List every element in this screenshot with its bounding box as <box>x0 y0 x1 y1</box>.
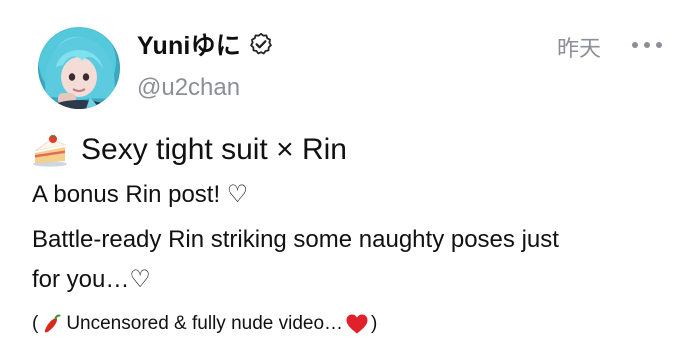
dot <box>644 42 650 48</box>
avatar[interactable] <box>38 27 120 109</box>
author-handle[interactable]: @u2chan <box>137 74 240 102</box>
dot <box>656 42 662 48</box>
post-title-row: Sexy tight suit × Rin <box>32 128 347 172</box>
footer-text: Uncensored & fully nude video… <box>66 313 344 334</box>
post-card: Yuniゆに @u2chan 昨天 Sexy tight suit × Rin … <box>0 0 695 350</box>
cake-icon <box>32 133 68 167</box>
verified-badge-icon <box>249 32 273 56</box>
post-body-line: A bonus Rin post! ♡ <box>32 181 249 208</box>
open-paren: ( <box>32 313 39 334</box>
post-body-line: Battle-ready Rin striking some naughty p… <box>32 226 559 253</box>
chili-pepper-icon <box>40 313 62 335</box>
more-dots-icon[interactable] <box>632 34 662 56</box>
display-name[interactable]: Yuniゆに <box>137 26 241 62</box>
dot <box>632 42 638 48</box>
post-title: Sexy tight suit × Rin <box>81 133 347 166</box>
post-time: 昨天 <box>557 36 602 61</box>
post-footer-note: ( Uncensored & fully nude video… ) <box>32 310 377 338</box>
close-paren: ) <box>371 313 378 334</box>
author-name-row: Yuniゆに <box>137 26 273 62</box>
post-body-line: for you…♡ <box>32 266 151 293</box>
red-heart-icon <box>345 313 369 335</box>
avatar-photo <box>45 37 115 109</box>
